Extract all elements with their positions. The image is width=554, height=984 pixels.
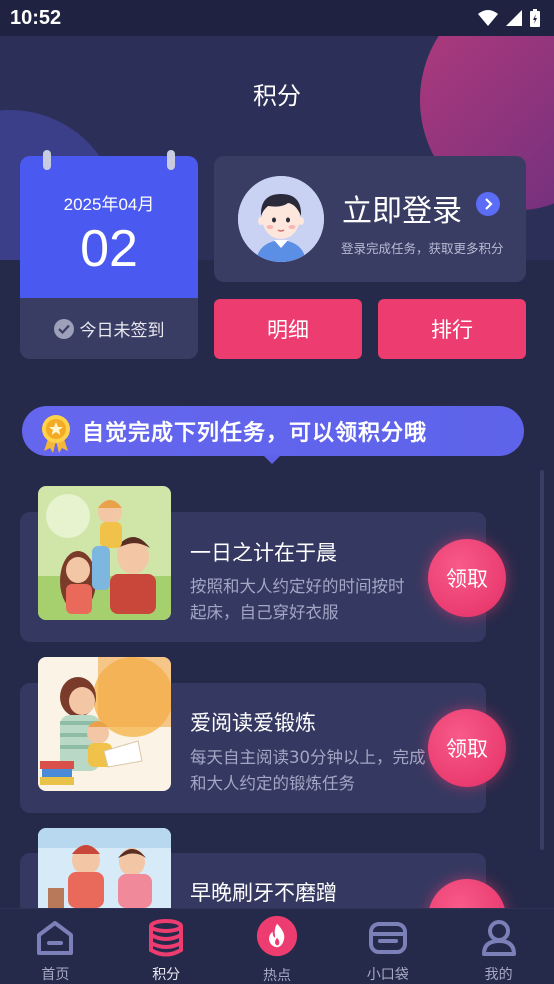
medal-icon: [42, 415, 70, 453]
login-subtitle: 登录完成任务，获取更多积分: [341, 241, 504, 256]
pocket-icon: [367, 917, 409, 958]
points-icon: [145, 917, 187, 958]
page-title: 积分: [253, 82, 301, 110]
detail-button[interactable]: 明细: [214, 299, 362, 359]
user-icon: [478, 917, 520, 958]
calendar-month: 2025年04月: [63, 195, 155, 214]
task-title: 一日之计在于晨: [190, 541, 337, 565]
calendar-day: 02: [80, 220, 138, 278]
sign-in-calendar[interactable]: 2025年04月 02 今日未签到: [20, 156, 198, 359]
wifi-icon: [478, 10, 498, 26]
scrollbar[interactable]: [540, 470, 544, 850]
tab-hot[interactable]: 热点: [222, 909, 333, 984]
home-icon: [34, 917, 76, 958]
tab-label: 我的: [484, 967, 513, 983]
task-description: 每天自主阅读30分钟以上，完成和大人约定的锻炼任务: [190, 748, 426, 793]
status-time: 10:52: [10, 6, 62, 29]
task-image: [38, 828, 171, 908]
login-title[interactable]: 立即登录: [342, 186, 462, 230]
chevron-right-icon[interactable]: [476, 192, 500, 216]
fire-icon: [256, 915, 298, 959]
status-bar: 10:52: [0, 0, 554, 36]
signal-icon: [506, 10, 522, 26]
task-title: 早晚刷牙不磨蹭: [190, 881, 337, 905]
task-image: [38, 657, 171, 791]
claim-button[interactable]: 领取: [428, 709, 506, 787]
claim-button[interactable]: 领取: [428, 539, 506, 617]
banner-text: 自觉完成下列任务，可以领积分哦: [82, 421, 428, 446]
tab-label: 首页: [41, 967, 70, 983]
calendar-ring: [167, 150, 175, 170]
status-icons: [478, 9, 540, 27]
tab-label: 小口袋: [366, 967, 409, 983]
rank-button[interactable]: 排行: [378, 299, 526, 359]
task-banner: 自觉完成下列任务，可以领积分哦: [22, 406, 524, 456]
calendar-date: 2025年04月 02: [20, 156, 198, 298]
task-image: [38, 486, 171, 620]
tab-points[interactable]: 积分: [111, 909, 222, 984]
avatar: [238, 176, 324, 262]
check-icon: [53, 318, 74, 339]
tab-mine[interactable]: 我的: [443, 909, 554, 984]
banner-tail: [262, 454, 282, 464]
tab-pocket[interactable]: 小口袋: [332, 909, 443, 984]
sign-status-label: 今日未签到: [79, 321, 165, 341]
tab-home[interactable]: 首页: [0, 909, 111, 984]
calendar-ring: [43, 150, 51, 170]
battery-icon: [530, 9, 540, 27]
login-card[interactable]: 立即登录 登录完成任务，获取更多积分: [214, 156, 526, 282]
bottom-tab-bar: 首页 积分 热点 小口袋 我的: [0, 908, 554, 984]
tab-label: 热点: [262, 968, 291, 984]
tab-label: 积分: [152, 967, 181, 983]
sign-status[interactable]: 今日未签到: [20, 298, 198, 359]
task-description: 按照和大人约定好的时间按时起床，自己穿好衣服: [190, 577, 405, 622]
task-title: 爱阅读爱锻炼: [190, 711, 316, 735]
